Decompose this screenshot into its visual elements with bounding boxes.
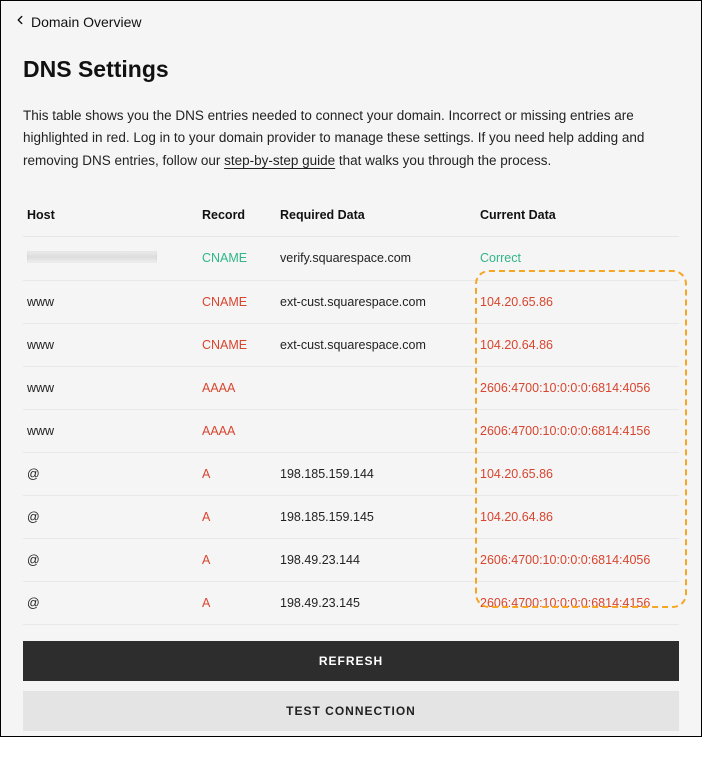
chevron-left-icon [13,13,31,30]
cell-host: @ [23,452,198,495]
table-row: @A198.185.159.145104.20.64.86 [23,495,679,538]
cell-host: www [23,409,198,452]
table-row: wwwCNAMEext-cust.squarespace.com104.20.6… [23,280,679,323]
cell-host: @ [23,581,198,624]
cell-record: AAAA [198,409,276,452]
cell-host [23,236,198,280]
th-current: Current Data [476,198,679,237]
page-title: DNS Settings [23,56,679,83]
dns-table: Host Record Required Data Current Data C… [23,198,679,625]
cell-required-data: 198.185.159.144 [276,452,476,495]
cell-required-data: 198.185.159.145 [276,495,476,538]
test-connection-button[interactable]: TEST CONNECTION [23,691,679,731]
table-row: wwwAAAA 2606:4700:10:0:0:0:6814:4056 [23,366,679,409]
table-row: @A198.49.23.1452606:4700:10:0:0:0:6814:4… [23,581,679,624]
table-row: wwwAAAA 2606:4700:10:0:0:0:6814:4156 [23,409,679,452]
th-record: Record [198,198,276,237]
table-row: @A198.49.23.1442606:4700:10:0:0:0:6814:4… [23,538,679,581]
table-row: wwwCNAMEext-cust.squarespace.com104.20.6… [23,323,679,366]
cell-host: www [23,280,198,323]
cell-host: www [23,323,198,366]
cell-current-data: 2606:4700:10:0:0:0:6814:4156 [476,581,679,624]
cell-required-data [276,409,476,452]
cell-current-data: 2606:4700:10:0:0:0:6814:4056 [476,366,679,409]
cell-record: A [198,452,276,495]
refresh-button[interactable]: REFRESH [23,641,679,681]
cell-required-data: 198.49.23.144 [276,538,476,581]
cell-host: @ [23,538,198,581]
cell-required-data: ext-cust.squarespace.com [276,280,476,323]
description-text: This table shows you the DNS entries nee… [23,105,679,172]
cell-record: A [198,495,276,538]
th-required: Required Data [276,198,476,237]
cell-record: A [198,581,276,624]
cell-host: @ [23,495,198,538]
cell-required-data: ext-cust.squarespace.com [276,323,476,366]
cell-required-data: 198.49.23.145 [276,581,476,624]
table-row: @A198.185.159.144104.20.65.86 [23,452,679,495]
cell-record: AAAA [198,366,276,409]
table-row: CNAMEverify.squarespace.comCorrect [23,236,679,280]
cell-record: A [198,538,276,581]
cell-required-data: verify.squarespace.com [276,236,476,280]
cell-record: CNAME [198,323,276,366]
cell-current-data: 104.20.65.86 [476,452,679,495]
redacted-host [27,251,157,263]
cell-host: www [23,366,198,409]
cell-current-data: 104.20.64.86 [476,323,679,366]
cell-record: CNAME [198,280,276,323]
breadcrumb-label: Domain Overview [31,14,141,30]
cell-current-data: 2606:4700:10:0:0:0:6814:4056 [476,538,679,581]
cell-current-data: 2606:4700:10:0:0:0:6814:4156 [476,409,679,452]
th-host: Host [23,198,198,237]
breadcrumb-back[interactable]: Domain Overview [1,1,701,40]
cell-required-data [276,366,476,409]
cell-current-data: 104.20.64.86 [476,495,679,538]
cell-current-data: Correct [476,236,679,280]
guide-link[interactable]: step-by-step guide [224,153,335,168]
cell-current-data: 104.20.65.86 [476,280,679,323]
cell-record: CNAME [198,236,276,280]
